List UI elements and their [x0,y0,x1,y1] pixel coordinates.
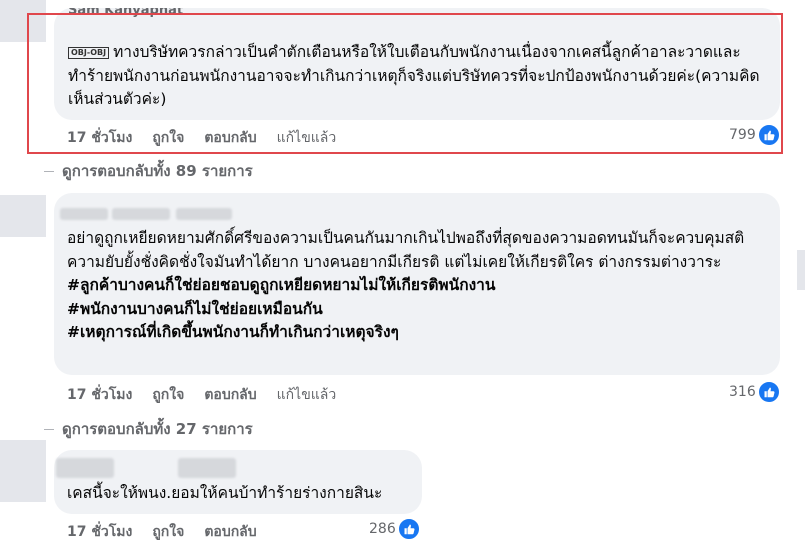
blurred-author-name [56,458,114,478]
reaction-count[interactable]: 286 [369,518,420,540]
comment-text: เคสนี้จะให้พนง.ยอมให้คนบ้าทำร้ายร่างกายส… [67,484,383,502]
reaction-number: 286 [369,521,396,537]
reply-connector [44,170,54,172]
comment-actions: 17 ชั่วโมง ถูกใจ ตอบกลับ แก้ไขแล้ว [67,384,336,406]
edited-label: แก้ไขแล้ว [276,387,337,403]
view-replies-label[interactable]: ดูการตอบกลับทั้ง 27 รายการ [62,417,253,441]
highlight-box [27,13,783,154]
comment-body: อย่าดูถูกเหยียดหยามศักดิ์ศรีของความเป็นค… [67,229,745,271]
scroll-edge [797,250,805,290]
thumbs-up-icon [757,381,780,403]
view-replies-link[interactable]: ดูการตอบกลับทั้ง 27 รายการ [44,417,253,441]
reaction-number: 316 [729,384,756,400]
view-replies-label[interactable]: ดูการตอบกลับทั้ง 89 รายการ [62,159,253,183]
blurred-author-name [176,208,232,220]
reaction-count[interactable]: 316 [729,381,780,403]
avatar[interactable] [0,195,46,237]
hashtag-link[interactable]: #พนักงานบางคนก็ไม่ใช่ย่อยเหมือนกัน [67,300,323,318]
like-button[interactable]: ถูกใจ [152,384,184,406]
blurred-author-name [112,208,170,220]
thumbs-up-icon [397,518,420,540]
blurred-author-name [178,458,236,478]
hashtag-link[interactable]: #ลูกค้าบางคนก็ใช่ย่อยชอบดูถูกเหยียดหยามไ… [67,276,495,294]
reply-button[interactable]: ตอบกลับ [204,384,256,406]
avatar[interactable] [0,440,46,502]
comment-text: อย่าดูถูกเหยียดหยามศักดิ์ศรีของความเป็นค… [67,227,767,345]
hashtag-link[interactable]: #เหตุการณ์ที่เกิดขึ้นพนักงานก็ทำเกินกว่า… [67,323,399,341]
reply-connector [44,428,54,430]
timestamp-link[interactable]: 17 ชั่วโมง [67,384,132,406]
view-replies-link[interactable]: ดูการตอบกลับทั้ง 89 รายการ [44,159,253,183]
blurred-author-name [60,208,108,220]
